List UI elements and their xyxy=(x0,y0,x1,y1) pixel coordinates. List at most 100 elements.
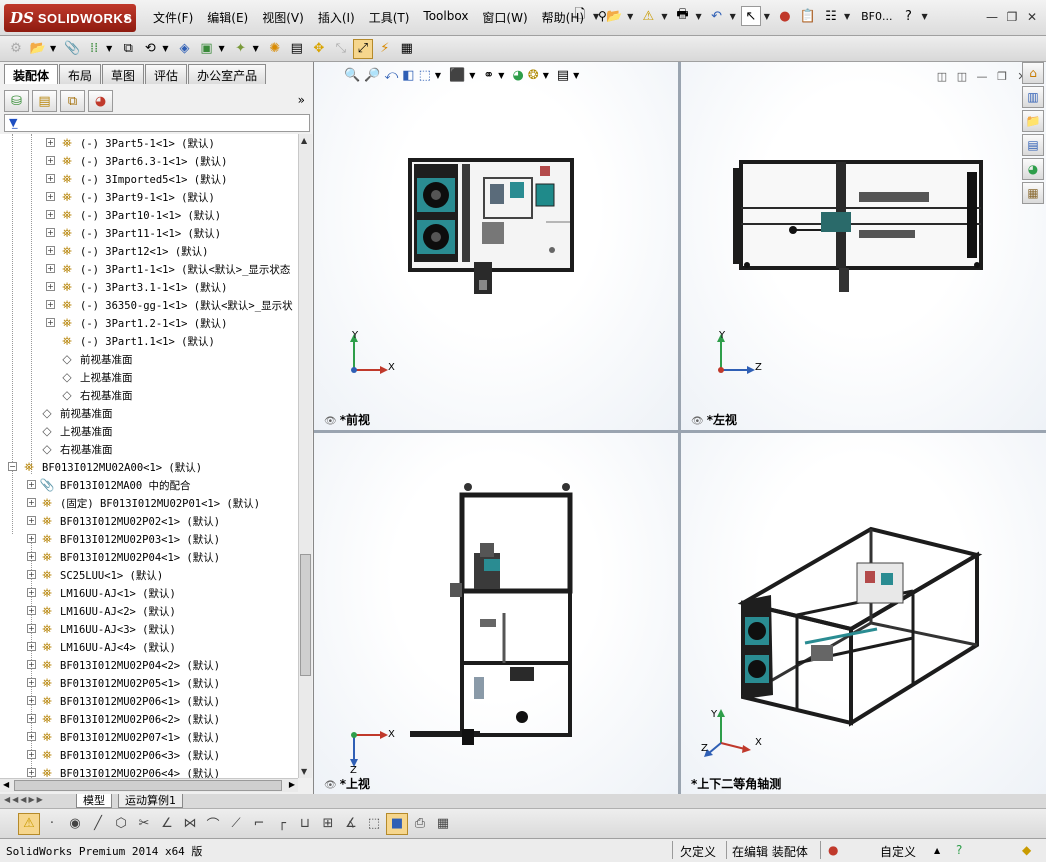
polygon-icon[interactable]: ⬡ xyxy=(110,813,132,835)
minimize-icon[interactable]: — xyxy=(982,8,1002,26)
tree-filter[interactable]: ▼̲ xyxy=(4,114,310,132)
options-dropdown-icon[interactable]: ▼ xyxy=(844,12,850,21)
expand-icon[interactable]: + xyxy=(46,300,55,309)
expand-icon[interactable]: + xyxy=(27,552,36,561)
status-help-icon[interactable]: ? xyxy=(956,843,962,857)
expand-icon[interactable]: + xyxy=(46,246,55,255)
menu-toolbox[interactable]: Toolbox xyxy=(416,9,475,26)
features-dropdown-icon[interactable]: ▼ xyxy=(218,44,224,53)
expand-icon[interactable]: + xyxy=(27,498,36,507)
expand-icon[interactable]: + xyxy=(27,714,36,723)
dashed-corner-icon[interactable]: ┌ xyxy=(271,813,293,835)
trim-icon[interactable]: ✂ xyxy=(133,813,155,835)
tree-mates-row[interactable]: + 📎 BF013I012MA00 中的配合 xyxy=(0,476,298,494)
menu-file[interactable]: 文件(F) xyxy=(146,9,200,26)
mate-icon[interactable]: 📎 xyxy=(62,39,82,59)
menu-window[interactable]: 窗口(W) xyxy=(475,9,534,26)
tab-layout[interactable]: 布局 xyxy=(59,64,102,84)
update-speedpak-icon[interactable]: ▦ xyxy=(397,39,417,59)
expand-icon[interactable]: + xyxy=(27,678,36,687)
expand-icon[interactable]: − xyxy=(8,462,17,471)
traffic-light-icon[interactable]: ● xyxy=(775,6,795,26)
expand-icon[interactable]: + xyxy=(27,516,36,525)
ruler-icon[interactable]: ⊞ xyxy=(317,813,339,835)
viewport-divider-horizontal[interactable] xyxy=(314,430,1046,433)
viewport-link-icon[interactable]: ◫ xyxy=(932,70,952,83)
expand-icon[interactable]: + xyxy=(27,768,36,777)
viewport-top[interactable]: X Z 👁 *上视 xyxy=(314,433,678,794)
point-icon[interactable]: · xyxy=(41,813,63,835)
orientation-dropdown-icon[interactable]: ▼ xyxy=(435,71,441,80)
tree-subplane-row[interactable]: ◇ 前视基准面 xyxy=(0,350,298,368)
tree-subpart-row[interactable]: + ⛯ (-) 3Part1.2-1<1> (默认) xyxy=(0,314,298,332)
tree-plane-row[interactable]: ◇ 前视基准面 xyxy=(0,404,298,422)
bill-of-materials-icon[interactable]: ▤ xyxy=(287,39,307,59)
tree-subpart-row[interactable]: + ⛯ (-) 3Part12<1> (默认) xyxy=(0,242,298,260)
tree-horizontal-scrollbar[interactable]: ◀ ▶ xyxy=(0,778,298,792)
restore-icon[interactable]: ❐ xyxy=(1002,8,1022,26)
tree-subpart-row[interactable]: ⛯ (-) 3Part1.1<1> (默认) xyxy=(0,332,298,350)
warning-dropdown-icon[interactable]: ▼ xyxy=(661,12,667,21)
feature-manager-icon[interactable]: ⛁ xyxy=(4,90,29,112)
show-hidden-icon[interactable]: ◈ xyxy=(174,39,194,59)
scene-dropdown-icon[interactable]: ▼ xyxy=(543,71,549,80)
solidworks-resources-icon[interactable]: ⌂ xyxy=(1022,62,1044,84)
view-settings-icon[interactable]: ▤ xyxy=(557,68,569,83)
menu-view[interactable]: 视图(V) xyxy=(255,9,311,26)
expand-icon[interactable]: + xyxy=(46,210,55,219)
exploded-view-icon[interactable]: ✥ xyxy=(309,39,329,59)
tree-component-row[interactable]: + ⛯ BF013I012MU02P06<1> (默认) xyxy=(0,692,298,710)
file-properties-icon[interactable]: 📋 xyxy=(798,6,818,26)
menu-tools[interactable]: 工具(T) xyxy=(362,9,417,26)
move-dropdown-icon[interactable]: ▼ xyxy=(162,44,168,53)
sketch-warning-icon[interactable]: ⚠ xyxy=(18,812,40,835)
tree-subpart-row[interactable]: + ⛯ (-) 3Part5-1<1> (默认) xyxy=(0,134,298,152)
expand-icon[interactable]: + xyxy=(27,534,36,543)
tree-component-row[interactable]: + ⛯ LM16UU-AJ<1> (默认) xyxy=(0,584,298,602)
explode-line-sketch-icon[interactable]: ⤡ xyxy=(331,39,351,59)
tab-sketch[interactable]: 草图 xyxy=(102,64,145,84)
expand-icon[interactable]: + xyxy=(46,138,55,147)
property-manager-icon[interactable]: ▤ xyxy=(32,90,57,112)
select-arrow-icon[interactable]: ↖ xyxy=(740,6,761,26)
tree-component-row[interactable]: + ⛯ BF013I012MU02P06<3> (默认) xyxy=(0,746,298,764)
edit-appearance-icon[interactable]: ◕ xyxy=(512,68,523,83)
tree-component-row[interactable]: + ⛯ BF013I012MU02P06<4> (默认) xyxy=(0,764,298,778)
status-tag-icon[interactable]: ◆ xyxy=(1022,843,1031,857)
configuration-manager-icon[interactable]: ⧉ xyxy=(60,90,85,112)
expand-icon[interactable]: + xyxy=(27,750,36,759)
tree-component-row[interactable]: + ⛯ BF013I012MU02P06<2> (默认) xyxy=(0,710,298,728)
tree-subpart-row[interactable]: + ⛯ (-) 3Part6.3-1<1> (默认) xyxy=(0,152,298,170)
expand-icon[interactable]: + xyxy=(46,174,55,183)
cube-shaded-icon[interactable]: ■ xyxy=(386,812,408,835)
menu-insert[interactable]: 插入(I) xyxy=(311,9,362,26)
interference-detection-icon[interactable]: ⤢ xyxy=(352,38,373,59)
expand-icon[interactable]: + xyxy=(27,696,36,705)
expand-icon[interactable]: + xyxy=(27,732,36,741)
angle-icon[interactable]: ∠ xyxy=(156,813,178,835)
assembly-features-icon[interactable]: ▣ xyxy=(196,39,216,59)
scroll-down-icon[interactable]: ▼ xyxy=(301,767,307,776)
section-view-icon[interactable]: ◧ xyxy=(402,68,414,83)
tree-component-row[interactable]: + ⛯ BF013I012MU02P04<1> (默认) xyxy=(0,548,298,566)
hide-show-items-icon[interactable]: ⚭ xyxy=(483,68,494,83)
tree-subplane-row[interactable]: ◇ 右视基准面 xyxy=(0,386,298,404)
tab-motion-study[interactable]: 运动算例1 xyxy=(118,794,183,808)
help-icon[interactable]: ? xyxy=(898,6,918,26)
expand-icon[interactable]: + xyxy=(46,228,55,237)
expand-icon[interactable]: + xyxy=(27,570,36,579)
tab-nav-icon[interactable]: ◀◀◀▶▶ xyxy=(4,795,45,804)
undo-dropdown-icon[interactable]: ▼ xyxy=(730,12,736,21)
status-units[interactable]: 自定义 xyxy=(880,843,916,860)
tree-assembly-row[interactable]: − ⛯ BF013I012MU02A00<1> (默认) xyxy=(0,458,298,476)
expand-icon[interactable]: + xyxy=(27,642,36,651)
tab-office-products[interactable]: 办公室产品 xyxy=(188,64,267,84)
tab-assembly[interactable]: 装配体 xyxy=(4,64,59,84)
line-icon[interactable]: ╱ xyxy=(87,813,109,835)
move-component-icon[interactable]: ⟲ xyxy=(140,39,160,59)
corner-icon[interactable]: ⌐ xyxy=(248,813,270,835)
tree-component-row[interactable]: + ⛯ BF013I012MU02P04<2> (默认) xyxy=(0,656,298,674)
instant3d-icon[interactable]: ⚡ xyxy=(375,39,395,59)
tree-plane-row[interactable]: ◇ 上视基准面 xyxy=(0,422,298,440)
open-folder-icon[interactable]: 📂 xyxy=(604,6,624,26)
